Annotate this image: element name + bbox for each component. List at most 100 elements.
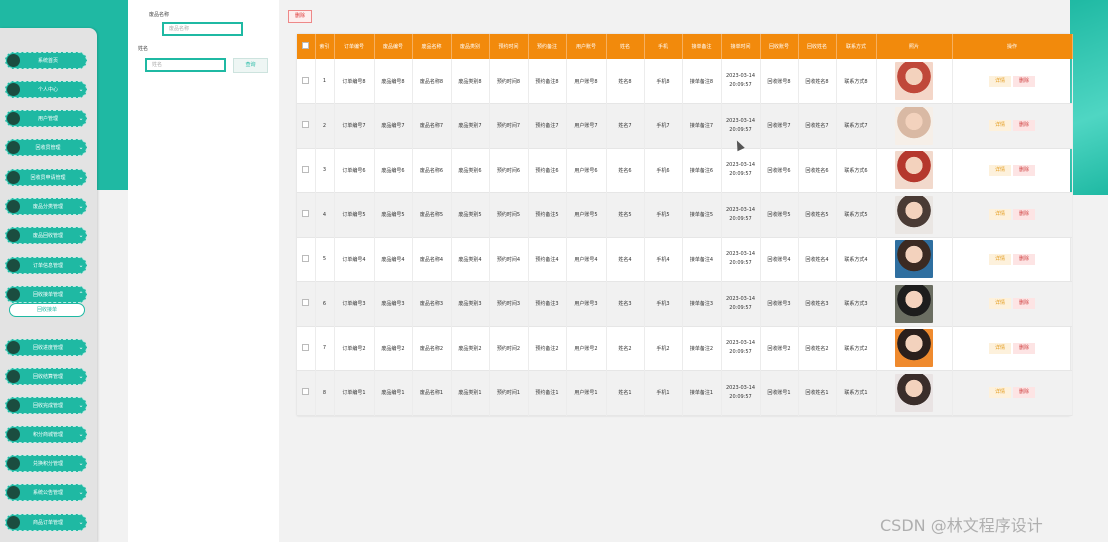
table-cell: 预约备注8 — [528, 59, 567, 104]
sidebar-item[interactable]: 回收完成管理 ⌄ — [5, 397, 87, 414]
sidebar-item-label: 废品回收管理 — [32, 233, 63, 239]
column-header: 联系方式 — [836, 34, 877, 59]
delete-button[interactable]: 删除 — [1013, 120, 1035, 132]
detail-button[interactable]: 详情 — [989, 75, 1011, 87]
waste-name-search-input[interactable]: 废品名称 — [162, 22, 243, 36]
table-row: 8 订单编号1 废品编号1 废品名称1 废品类别1 预约时间1 预约备注1 用户账号1 姓名1 手… — [297, 370, 1073, 415]
sidebar-item-label: 系统首页 — [37, 58, 58, 64]
menu-circle-icon — [7, 54, 20, 67]
chevron-icon: ⌄ — [78, 460, 84, 467]
sidebar-subitem-active[interactable]: 回收接单 — [9, 303, 85, 317]
sidebar-item[interactable]: 废品分类管理 ⌄ — [5, 198, 87, 215]
table-cell: 回收账号7 — [760, 103, 799, 148]
menu-circle-icon — [7, 486, 20, 499]
chevron-icon: ⌄ — [78, 373, 84, 380]
table-cell: 废品编号3 — [374, 281, 413, 326]
sidebar-item-label: 回收完成管理 — [32, 403, 63, 409]
table-cell: 联系方式8 — [836, 59, 877, 104]
table-cell: 预约备注2 — [528, 326, 567, 371]
sidebar-item[interactable]: 回收进度管理 ⌄ — [5, 339, 87, 356]
row-select-cell — [297, 326, 316, 371]
sidebar-item[interactable]: 商品订单管理 ⌄ — [5, 514, 87, 531]
delete-button[interactable]: 删除 — [1013, 209, 1035, 221]
row-checkbox[interactable] — [302, 210, 310, 218]
batch-delete-button[interactable]: 删除 — [288, 10, 312, 23]
table-cell: 预约备注7 — [528, 103, 567, 148]
detail-button[interactable]: 详情 — [989, 164, 1011, 176]
sidebar-item[interactable]: 订单信息管理 ⌄ — [5, 257, 87, 274]
column-header: 回收账号 — [760, 34, 799, 59]
row-checkbox[interactable] — [302, 343, 310, 351]
detail-button[interactable]: 详情 — [989, 387, 1011, 399]
detail-button[interactable]: 详情 — [989, 209, 1011, 221]
table-cell: 废品类别8 — [451, 59, 490, 104]
delete-button[interactable]: 删除 — [1013, 253, 1035, 265]
select-all-checkbox[interactable] — [302, 42, 310, 49]
chevron-icon: ⌄ — [78, 431, 84, 438]
table-cell: 用户账号4 — [566, 237, 607, 282]
chevron-icon: ⌄ — [78, 115, 84, 122]
row-checkbox[interactable] — [302, 299, 310, 307]
photo-cell — [876, 370, 953, 415]
sidebar-item[interactable]: 废品回收管理 ⌄ — [5, 227, 87, 244]
sidebar-item[interactable]: 兑换积分管理 ⌄ — [5, 455, 87, 472]
table-cell: 废品编号1 — [374, 370, 413, 415]
table-cell: 预约备注3 — [528, 281, 567, 326]
actions-cell: 详情 删除 — [952, 326, 1073, 371]
table-cell: 废品类别7 — [451, 103, 490, 148]
table-cell: 回收账号4 — [760, 237, 799, 282]
column-header: 姓名 — [606, 34, 645, 59]
sidebar-item[interactable]: 回收结算管理 ⌄ — [5, 368, 87, 385]
search-label-name: 姓名 — [138, 46, 149, 52]
delete-button[interactable]: 删除 — [1013, 387, 1035, 399]
sidebar-item[interactable]: 系统公告管理 ⌄ — [5, 484, 87, 501]
sidebar-item[interactable]: 回收员管理 ⌄ — [5, 139, 87, 156]
table-cell: 回收姓名2 — [798, 326, 837, 371]
row-checkbox[interactable] — [302, 76, 310, 84]
table-cell: 预约备注1 — [528, 370, 567, 415]
table-cell: 废品类别3 — [451, 281, 490, 326]
name-search-input[interactable]: 姓名 — [145, 58, 226, 72]
chevron-icon: ⌄ — [78, 262, 84, 269]
sidebar-item-label: 废品分类管理 — [32, 204, 63, 210]
table-cell: 回收姓名5 — [798, 192, 837, 237]
column-header: 操作 — [952, 34, 1073, 59]
detail-button[interactable]: 详情 — [989, 298, 1011, 310]
query-button[interactable]: 查询 — [233, 58, 268, 73]
sidebar-item-label: 系统公告管理 — [32, 490, 63, 496]
sidebar-item-label: 订单信息管理 — [32, 263, 63, 269]
delete-button[interactable]: 删除 — [1013, 75, 1035, 87]
delete-button[interactable]: 删除 — [1013, 298, 1035, 310]
delete-button[interactable]: 删除 — [1013, 342, 1035, 354]
sidebar-item[interactable]: 系统首页 — [5, 52, 87, 69]
table-cell: 3 — [315, 148, 335, 193]
table-cell: 手机2 — [644, 326, 683, 371]
menu-circle-icon — [7, 457, 20, 470]
detail-button[interactable]: 详情 — [989, 253, 1011, 265]
table-cell: 预约时间3 — [489, 281, 529, 326]
delete-button[interactable]: 删除 — [1013, 164, 1035, 176]
table-cell: 回收账号5 — [760, 192, 799, 237]
column-header: 接单备注 — [682, 34, 722, 59]
sidebar-item[interactable]: 用户管理 ⌄ — [5, 110, 87, 127]
menu-circle-icon — [7, 428, 20, 441]
table-cell: 废品编号7 — [374, 103, 413, 148]
sidebar-item[interactable]: 个人中心 ⌄ — [5, 81, 87, 98]
sidebar: 系统首页 个人中心 ⌄ 用户管理 ⌄ 回收员管理 ⌄ 回收员申请管理 ⌄ 废品分类管理 ⌄ 废品回收管… — [0, 28, 97, 542]
detail-button[interactable]: 详情 — [989, 342, 1011, 354]
sidebar-item[interactable]: 积分商城管理 ⌄ — [5, 426, 87, 443]
chevron-icon: ⌃ — [78, 291, 84, 298]
row-checkbox[interactable] — [302, 165, 310, 173]
select-all-header[interactable] — [297, 34, 316, 59]
sidebar-item[interactable]: 回收员申请管理 ⌄ — [5, 169, 87, 186]
profile-photo — [895, 151, 933, 190]
table-cell: 姓名6 — [606, 148, 645, 193]
row-checkbox[interactable] — [302, 254, 310, 262]
row-checkbox[interactable] — [302, 121, 310, 129]
sidebar-item[interactable]: 回收接单管理 ⌃ — [5, 286, 87, 303]
row-checkbox[interactable] — [302, 388, 310, 396]
table-cell: 预约备注6 — [528, 148, 567, 193]
photo-cell — [876, 148, 953, 193]
detail-button[interactable]: 详情 — [989, 120, 1011, 132]
chevron-icon: ⌄ — [78, 174, 84, 181]
